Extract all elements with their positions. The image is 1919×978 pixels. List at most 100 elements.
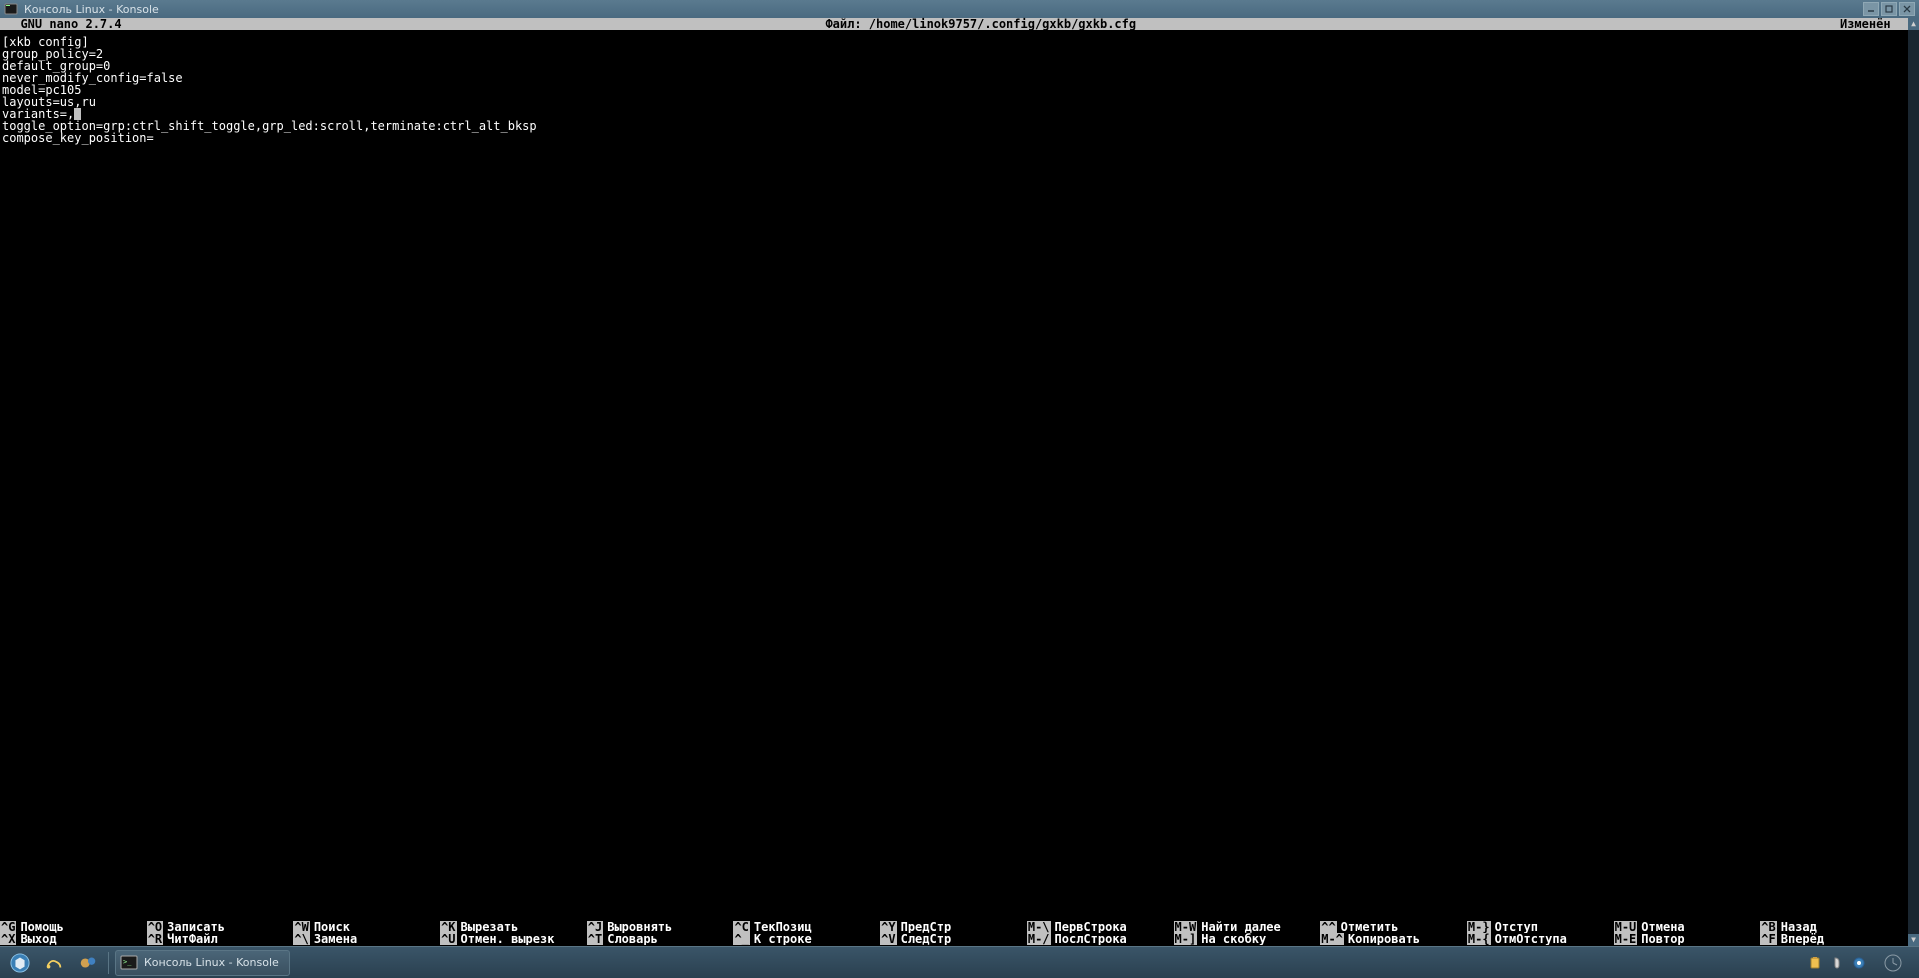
nano-shortcut: M-{ ОтмОтступа <box>1467 933 1614 945</box>
shortcut-label: Вперёд <box>1781 933 1824 945</box>
nano-header: GNU nano 2.7.4 Файл: /home/linok9757/.co… <box>0 18 1919 30</box>
window-title: Консоль Linux - Konsole <box>24 3 1863 16</box>
taskbar: >_ Консоль Linux - Konsole <box>0 946 1919 978</box>
window-buttons <box>1863 2 1915 16</box>
editor-line: layouts=us,ru <box>2 96 1919 108</box>
shortcut-key: ^B <box>1760 921 1776 933</box>
taskbar-separator <box>108 952 109 974</box>
taskbar-task-konsole[interactable]: >_ Консоль Linux - Konsole <box>115 950 290 976</box>
nano-shortcut: ^B Назад <box>1760 921 1907 933</box>
shortcut-label: Записать <box>167 921 225 933</box>
shortcut-label: Выровнять <box>607 921 672 933</box>
shortcut-key: M-U <box>1614 921 1638 933</box>
shortcut-label: Отметить <box>1341 921 1399 933</box>
shortcut-label: Отступ <box>1495 921 1538 933</box>
nano-shortcut: M-\ ПервСтрока <box>1027 921 1174 933</box>
nano-shortcut: ^TСловарь <box>587 933 734 945</box>
nano-shortcut: M-} Отступ <box>1467 921 1614 933</box>
nano-shortcut: ^YПредСтр <box>880 921 1027 933</box>
nano-file-path: Файл: /home/linok9757/.config/gxkb/gxkb.… <box>122 18 1840 30</box>
tray-device-icon[interactable] <box>1851 955 1867 971</box>
nano-shortcut: M-WНайти далее <box>1174 921 1321 933</box>
start-menu-button[interactable] <box>6 950 34 976</box>
shortcut-label: ТекПозиц <box>754 921 812 933</box>
nano-editor-body[interactable]: [xkb config]group_policy=2default_group=… <box>0 30 1919 921</box>
scroll-down-icon[interactable]: ▼ <box>1908 934 1919 946</box>
shortcut-key: ^U <box>440 933 456 945</box>
nano-shortcut: ^^ Отметить <box>1320 921 1467 933</box>
close-button[interactable] <box>1899 2 1915 16</box>
editor-line: never_modify_config=false <box>2 72 1919 84</box>
konsole-icon: >_ <box>120 954 138 972</box>
minimize-button[interactable] <box>1863 2 1879 16</box>
shortcut-key: ^F <box>1760 933 1776 945</box>
shortcut-key: ^V <box>880 933 896 945</box>
shortcut-key: M-/ <box>1027 933 1051 945</box>
scroll-up-icon[interactable]: ▲ <box>1908 18 1919 30</box>
nano-shortcut: M-EПовтор <box>1614 933 1761 945</box>
shortcut-key: M-^ <box>1320 933 1344 945</box>
shortcut-key: ^W <box>293 921 309 933</box>
tray-clock[interactable] <box>1873 953 1913 973</box>
svg-text:>_: >_ <box>123 958 132 966</box>
shortcut-key: M-} <box>1467 921 1491 933</box>
maximize-button[interactable] <box>1881 2 1897 16</box>
shortcut-key: ^K <box>440 921 456 933</box>
nano-shortcut: ^O Записать <box>147 921 294 933</box>
nano-shortcut: M-UОтмена <box>1614 921 1761 933</box>
scroll-track[interactable] <box>1908 30 1919 934</box>
shortcut-key: ^Y <box>880 921 896 933</box>
window-titlebar: Консоль Linux - Konsole <box>0 0 1919 18</box>
shortcut-key: M-E <box>1614 933 1638 945</box>
shortcut-key: ^T <box>587 933 603 945</box>
taskbar-task-label: Консоль Linux - Konsole <box>144 956 279 969</box>
nano-app-name: GNU nano 2.7.4 <box>0 18 122 30</box>
tray-clipboard-icon[interactable] <box>1807 955 1823 971</box>
shortcut-label: Найти далее <box>1201 921 1280 933</box>
shortcut-key: M-{ <box>1467 933 1491 945</box>
app-icon <box>4 2 18 16</box>
shortcut-label: Отмен. вырезк <box>461 933 555 945</box>
editor-line: default_group=0 <box>2 60 1919 72</box>
editor-line: [xkb config] <box>2 36 1919 48</box>
shortcut-key: M-\ <box>1027 921 1051 933</box>
shortcut-key: ^\ <box>293 933 309 945</box>
shortcut-key: ^R <box>147 933 163 945</box>
nano-shortcut: ^RЧитФайл <box>147 933 294 945</box>
nano-shortcut: ^_К строке <box>733 933 880 945</box>
nano-shortcut: ^K Вырезать <box>440 921 587 933</box>
nano-shortcut: M-/ ПослСтрока <box>1027 933 1174 945</box>
nano-shortcut: ^WПоиск <box>293 921 440 933</box>
shortcut-label: ОтмОтступа <box>1495 933 1567 945</box>
nano-shortcut: ^F Вперёд <box>1760 933 1907 945</box>
editor-line: model=pc105 <box>2 84 1919 96</box>
shortcut-label: Выход <box>20 933 56 945</box>
editor-line: compose_key_position= <box>2 132 1919 144</box>
shortcut-key: ^G <box>0 921 16 933</box>
quick-launch-1[interactable] <box>40 950 68 976</box>
nano-shortcut: ^\Замена <box>293 933 440 945</box>
terminal-scrollbar[interactable]: ▲ ▼ <box>1908 18 1919 946</box>
shortcut-label: СледСтр <box>901 933 952 945</box>
shortcut-label: ПослСтрока <box>1055 933 1127 945</box>
nano-shortcut: ^JВыровнять <box>587 921 734 933</box>
shortcut-key: ^_ <box>733 933 749 945</box>
terminal[interactable]: GNU nano 2.7.4 Файл: /home/linok9757/.co… <box>0 18 1919 946</box>
shortcut-label: ПервСтрока <box>1055 921 1127 933</box>
shortcut-label: Вырезать <box>461 921 519 933</box>
tray-mouse-icon[interactable] <box>1829 955 1845 971</box>
shortcut-key: ^^ <box>1320 921 1336 933</box>
nano-shortcut: ^U Отмен. вырезк <box>440 933 587 945</box>
shortcut-label: Назад <box>1781 921 1817 933</box>
nano-shortcut: ^G Помощь <box>0 921 147 933</box>
quick-launch-2[interactable] <box>74 950 102 976</box>
shortcut-label: Копировать <box>1348 933 1420 945</box>
nano-shortcut: ^CТекПозиц <box>733 921 880 933</box>
shortcut-key: ^O <box>147 921 163 933</box>
editor-line: toggle_option=grp:ctrl_shift_toggle,grp_… <box>2 120 1919 132</box>
shortcut-label: Отмена <box>1641 921 1684 933</box>
shortcut-key: M-W <box>1174 921 1198 933</box>
shortcut-label: Помощь <box>20 921 63 933</box>
system-tray <box>1807 953 1913 973</box>
nano-shortcut: M-^ Копировать <box>1320 933 1467 945</box>
